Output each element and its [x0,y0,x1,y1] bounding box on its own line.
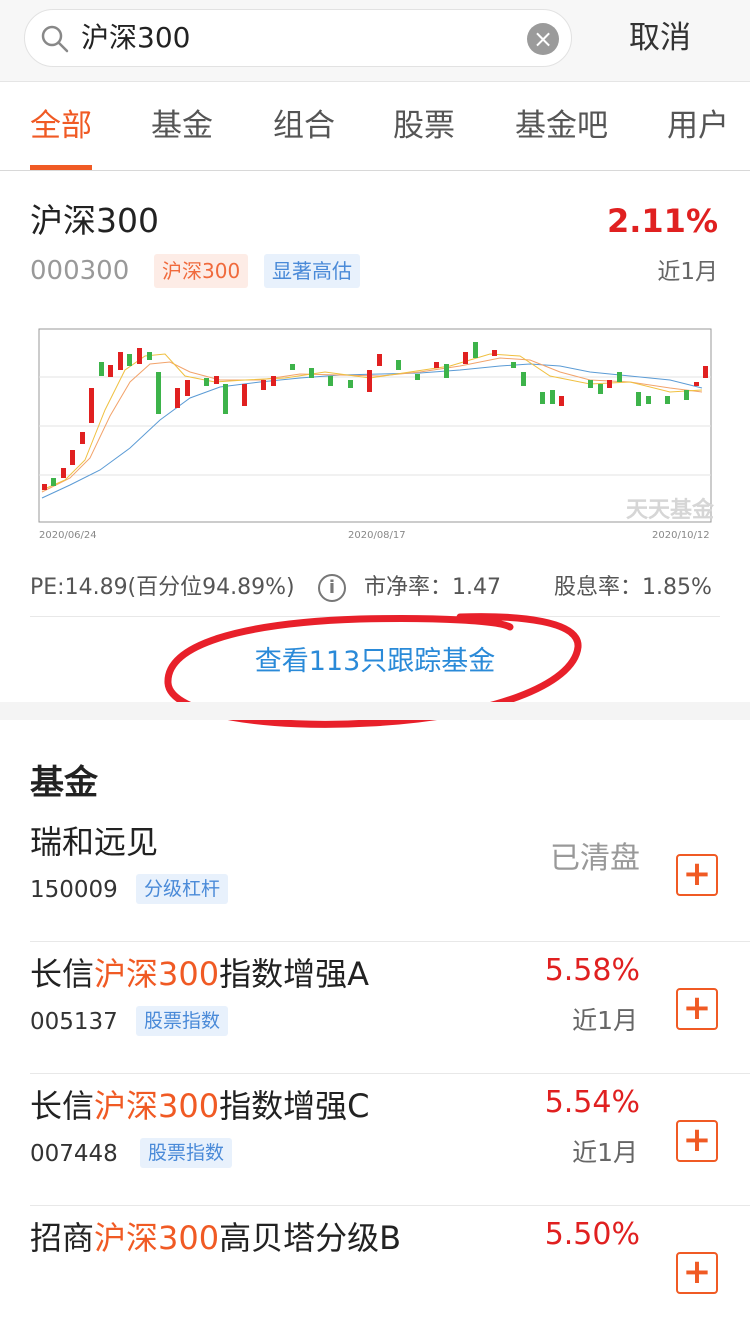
cancel-button[interactable]: 取消 [600,16,720,60]
pe-metric: PE:14.89(百分位94.89%) [30,575,295,600]
fund-row[interactable]: 长信沪深300指数增强A 005137 股票指数 5.58% 近1月 + [0,942,750,1074]
fund-name: 长信沪深300指数增强C [30,1087,370,1125]
chart-x-label-mid: 2020/08/17 [348,530,406,541]
add-fund-button[interactable]: + [676,1120,718,1162]
fund-period: 近1月 [572,1138,638,1167]
chart-x-label-start: 2020/06/24 [39,530,97,541]
view-tracking-funds-link[interactable]: 查看113只跟踪基金 [0,640,750,684]
valuation-tag: 显著高估 [264,254,360,288]
fund-row[interactable]: 长信沪深300指数增强C 007448 股票指数 5.54% 近1月 + [0,1074,750,1206]
tab-fund-forum[interactable]: 基金吧 [515,105,608,147]
kline-chart-svg: 天天基金 2020/06/24 2020/08/17 2020/10/12 [38,328,715,541]
search-box[interactable]: 沪深300 × [24,9,572,67]
active-tab-indicator [30,165,92,170]
pb-metric: 市净率：1.47 [364,575,501,600]
tab-portfolios[interactable]: 组合 [273,105,335,147]
tab-users[interactable]: 用户 [667,105,729,147]
add-fund-button[interactable]: + [676,988,718,1030]
tab-bar: 全部 基金 组合 股票 基金吧 用户 [0,83,750,171]
fund-name: 长信沪深300指数增强A [30,955,370,993]
search-input[interactable]: 沪深300 [81,20,190,56]
fund-return: 5.58% [544,953,640,988]
fund-status: 已清盘 [550,841,640,876]
index-code: 000300 [30,256,130,286]
fund-return: 5.50% [544,1217,640,1252]
valuation-metrics: PE:14.89(百分位94.89%) i 市净率：1.47 股息率：1.85% [30,570,720,606]
tab-stocks[interactable]: 股票 [393,105,455,147]
fund-code: 005137 [30,1009,118,1035]
search-icon [41,25,69,53]
info-icon[interactable]: i [318,574,346,602]
fund-return: 5.54% [544,1085,640,1120]
fund-period: 近1月 [572,1006,638,1035]
search-bar: 沪深300 × 取消 [0,0,750,82]
index-name: 沪深300 [30,201,159,240]
tab-all[interactable]: 全部 [30,105,92,147]
fund-row[interactable]: 招商沪深300高贝塔分级B 5.50% + [0,1206,750,1338]
tab-funds[interactable]: 基金 [151,105,213,147]
fund-code: 007448 [30,1141,118,1167]
fund-type-tag: 分级杠杆 [136,874,229,904]
index-change: 2.11% [606,202,718,240]
fund-code: 150009 [30,877,118,903]
fund-section-title: 基金 [30,763,98,803]
section-gap [0,702,750,720]
index-period: 近1月 [657,259,718,285]
fund-name: 招商沪深300高贝塔分级B [30,1219,402,1257]
fund-name: 瑞和远见 [30,823,159,861]
fund-type-tag: 股票指数 [136,1006,229,1036]
clear-icon[interactable]: × [527,23,559,55]
chart-watermark: 天天基金 [626,497,715,523]
chart-x-label-end: 2020/10/12 [652,530,710,541]
index-tag: 沪深300 [154,254,249,288]
kline-chart[interactable]: 天天基金 2020/06/24 2020/08/17 2020/10/12 [30,320,720,550]
add-fund-button[interactable]: + [676,854,718,896]
fund-row[interactable]: 瑞和远见 150009 分级杠杆 已清盘 + [0,810,750,942]
fund-type-tag: 股票指数 [140,1138,233,1168]
dividend-metric: 股息率：1.85% [554,575,712,600]
